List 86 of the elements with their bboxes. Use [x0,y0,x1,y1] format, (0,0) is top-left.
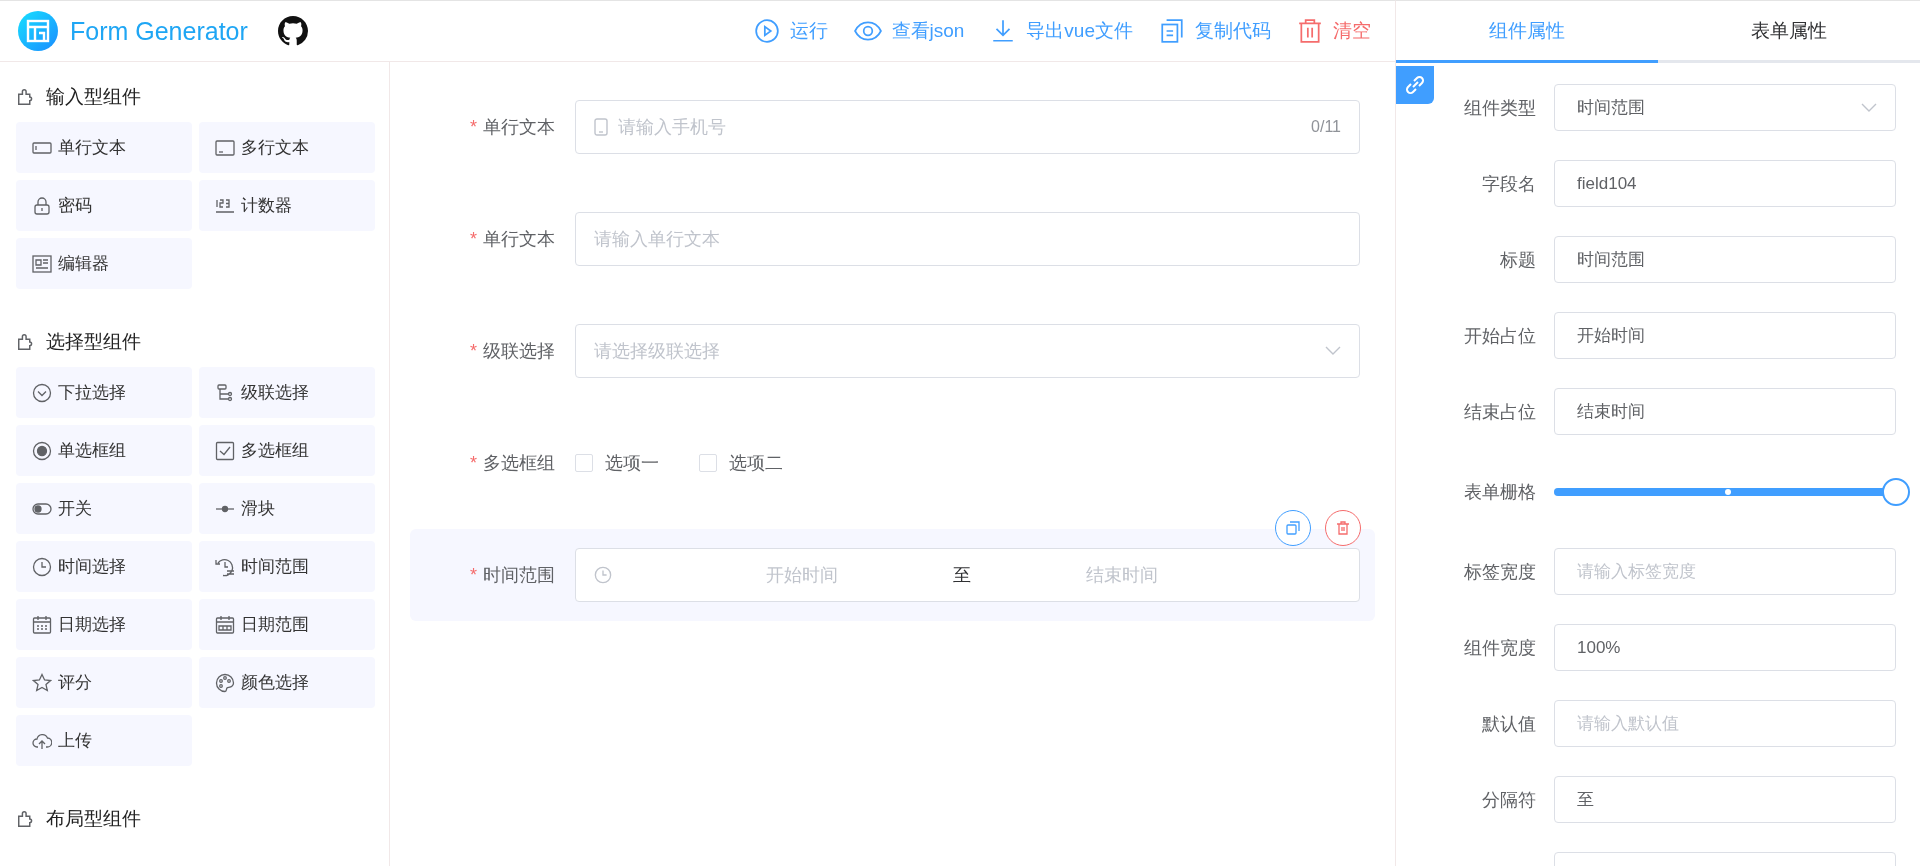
property-label: 默认值 [1481,712,1537,736]
palette-icon [215,672,235,693]
required-mark: * [470,117,477,137]
field-label: 单行文本 [483,229,555,249]
input-field[interactable]: 结束时间 [1554,388,1896,435]
component-item[interactable]: 编辑器 [16,238,192,289]
property-label: 标签宽度 [1463,560,1537,584]
section-title: 布局型组件 [46,807,141,831]
logo-icon [18,11,58,51]
input-field[interactable]: field104 [1554,160,1896,207]
select-field[interactable]: 时间范围 [1554,84,1896,131]
copy-button[interactable] [1275,510,1311,546]
tree-icon [215,382,235,403]
form-row[interactable]: * 级联选择 请选择级联选择 [410,305,1375,397]
component-item[interactable]: 评分 [16,657,192,708]
component-item[interactable]: 多行文本 [199,122,375,173]
calendar-icon [32,614,52,635]
component-item[interactable]: 日期范围 [199,599,375,650]
component-item[interactable]: 单选框组 [16,425,192,476]
required-mark: * [470,229,477,249]
form-row[interactable]: * 单行文本 请输入手机号 0/11 [410,81,1375,173]
input-field[interactable]: 时间范围 [1554,236,1896,283]
property-label: 分隔符 [1481,788,1537,812]
clock-icon [594,566,612,584]
input-field[interactable]: 至 [1554,776,1896,823]
component-item[interactable]: 多选框组 [199,425,375,476]
chevron-down-icon [1861,102,1877,113]
component-item[interactable]: 滑块 [199,483,375,534]
required-mark: * [470,453,477,473]
component-item[interactable]: 开关 [16,483,192,534]
component-item[interactable]: 颜色选择 [199,657,375,708]
component-item[interactable]: 日期选择 [16,599,192,650]
section-title: 选择型组件 [46,330,141,354]
slider[interactable] [1554,477,1910,506]
star-icon [32,672,52,693]
form-row[interactable]: * 多选框组 选项一 选项二 [410,417,1375,509]
checkbox-option[interactable]: 选项一 [575,451,659,475]
section-title: 输入型组件 [46,85,141,109]
component-item[interactable]: 时间选择 [16,541,192,592]
calendar-icon [215,614,235,635]
chevron-circle-icon [32,382,52,403]
checkbox-icon [215,440,235,461]
input-field[interactable]: 100% [1554,624,1896,671]
play-icon [753,18,780,44]
selected-form-row[interactable]: * 时间范围 开始时间 至 结束时间 [410,529,1375,621]
panel-tab[interactable]: 表单属性 [1658,1,1920,63]
component-item[interactable]: 计数器 [199,180,375,231]
input-field[interactable]: 开始时间 [1554,312,1896,359]
app-title: Form Generator [70,16,248,46]
trash-icon [1335,520,1351,536]
github-icon[interactable] [277,16,308,46]
form-row[interactable]: * 单行文本 请输入单行文本 [410,193,1375,285]
required-mark: * [470,565,477,585]
character-counter: 0/11 [1311,118,1341,136]
component-item[interactable]: 上传 [16,715,192,766]
property-label: 结束占位 [1463,400,1537,424]
trash-icon [1297,18,1323,44]
link-icon[interactable] [1396,66,1434,104]
component-item[interactable]: 级联选择 [199,367,375,418]
time-range-picker[interactable]: 开始时间 至 结束时间 [575,548,1360,602]
delete-button[interactable] [1325,510,1361,546]
component-item[interactable]: 密码 [16,180,192,231]
clock-history-icon [215,556,235,577]
field-label: 级联选择 [483,341,555,361]
checkbox-option[interactable]: 选项二 [699,451,783,475]
required-mark: * [470,341,477,361]
property-label: 标题 [1499,248,1537,272]
clock-icon [32,556,52,577]
copy-icon [1159,18,1185,44]
radio-icon [32,440,52,461]
textarea-icon [215,137,235,158]
field-label: 单行文本 [483,117,555,137]
property-label: 组件宽度 [1463,636,1537,660]
property-label: 组件类型 [1463,96,1537,120]
field-label: 多选框组 [483,453,555,473]
lock-icon [32,195,52,216]
field-label: 时间范围 [483,565,555,585]
property-label: 开始占位 [1463,324,1537,348]
chevron-down-icon [1325,346,1341,356]
document-icon [32,253,52,274]
property-label: 字段名 [1481,172,1537,196]
copy-icon [1285,520,1301,536]
property-label: 表单栅格 [1463,480,1537,504]
component-item[interactable]: 单行文本 [16,122,192,173]
component-item[interactable]: 时间范围 [199,541,375,592]
component-item[interactable]: 下拉选择 [16,367,192,418]
